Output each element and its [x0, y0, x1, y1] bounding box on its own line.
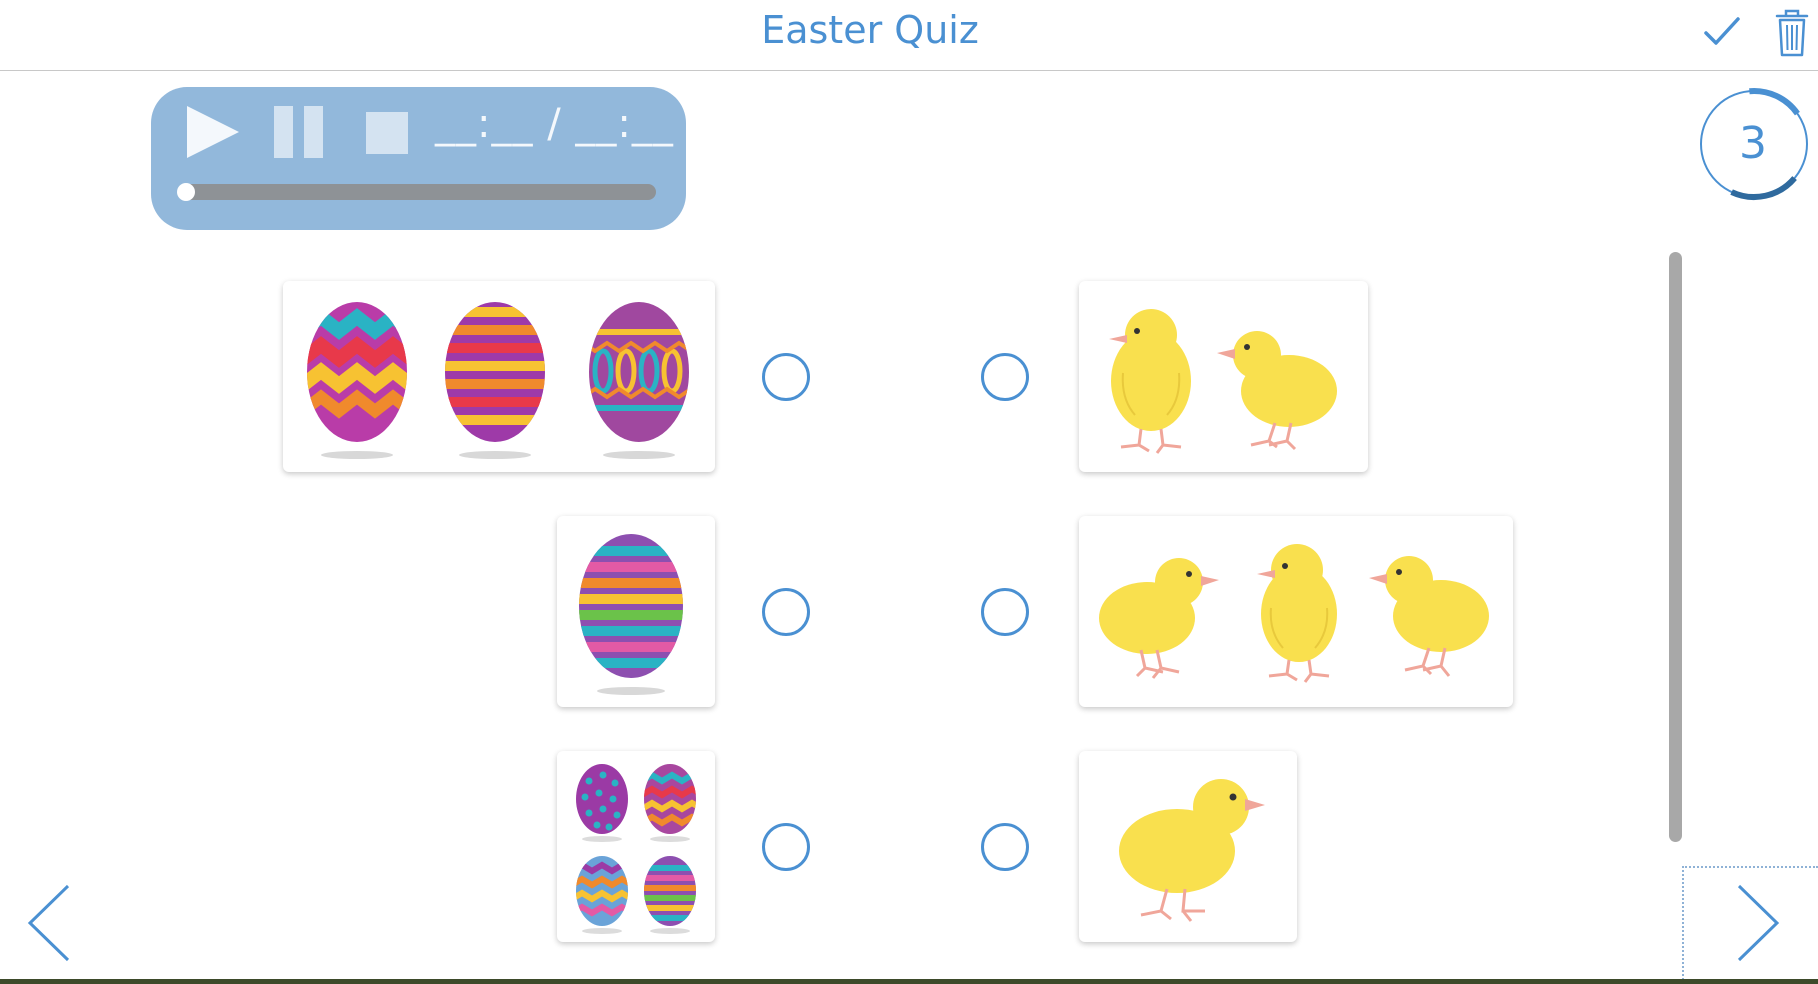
- chick-left: [1099, 558, 1219, 679]
- page-title: Easter Quiz: [761, 8, 979, 52]
- right-card-2[interactable]: [1079, 516, 1513, 707]
- pause-icon: [274, 106, 323, 158]
- left-radio-3[interactable]: [762, 823, 810, 871]
- left-card-3[interactable]: [557, 751, 715, 942]
- right-card-1[interactable]: [1079, 281, 1368, 472]
- chevron-left-icon: [27, 884, 70, 962]
- left-radio-2[interactable]: [762, 588, 810, 636]
- chevron-right-icon: [1737, 884, 1780, 962]
- bottom-strip: [0, 979, 1818, 984]
- stop-button[interactable]: [364, 110, 410, 160]
- progress-bar[interactable]: [177, 183, 656, 201]
- next-button[interactable]: [1735, 882, 1783, 968]
- pause-button[interactable]: [271, 104, 327, 164]
- check-icon: [1704, 17, 1740, 45]
- striped-egg-image: [579, 534, 683, 695]
- right-card-3[interactable]: [1079, 751, 1297, 942]
- counter-value: 3: [1739, 118, 1767, 169]
- play-button[interactable]: [185, 104, 241, 164]
- right-radio-2[interactable]: [981, 588, 1029, 636]
- three-chicks-image: [1099, 544, 1489, 683]
- chick-middle: [1257, 544, 1337, 683]
- right-radio-1[interactable]: [981, 353, 1029, 401]
- time-display: __:__ / __:__: [435, 101, 674, 147]
- trash-icon: [1775, 9, 1809, 57]
- vertical-scrollbar[interactable]: [1669, 252, 1682, 842]
- easter-eggs-image: [307, 302, 689, 459]
- header-bar: Easter Quiz: [0, 0, 1818, 71]
- chick-side: [1217, 331, 1337, 451]
- right-radio-3[interactable]: [981, 823, 1029, 871]
- counter-arc-bottom: [1730, 176, 1797, 200]
- two-chicks-image: [1109, 309, 1337, 454]
- delete-button[interactable]: [1773, 8, 1811, 58]
- play-icon: [187, 106, 239, 158]
- question-counter: 3: [1698, 82, 1814, 206]
- counter-arc-top: [1749, 88, 1800, 116]
- chick-right: [1369, 556, 1489, 677]
- check-button[interactable]: [1700, 10, 1744, 54]
- stop-icon: [366, 112, 408, 154]
- left-card-2[interactable]: [557, 516, 715, 707]
- four-eggs-image: [576, 764, 696, 934]
- audio-player: __:__ / __:__: [151, 87, 686, 230]
- one-chick-image: [1119, 779, 1265, 922]
- left-radio-1[interactable]: [762, 353, 810, 401]
- progress-knob[interactable]: [177, 183, 195, 201]
- chick-front: [1109, 309, 1191, 454]
- previous-button[interactable]: [24, 882, 72, 968]
- left-card-1[interactable]: [283, 281, 715, 472]
